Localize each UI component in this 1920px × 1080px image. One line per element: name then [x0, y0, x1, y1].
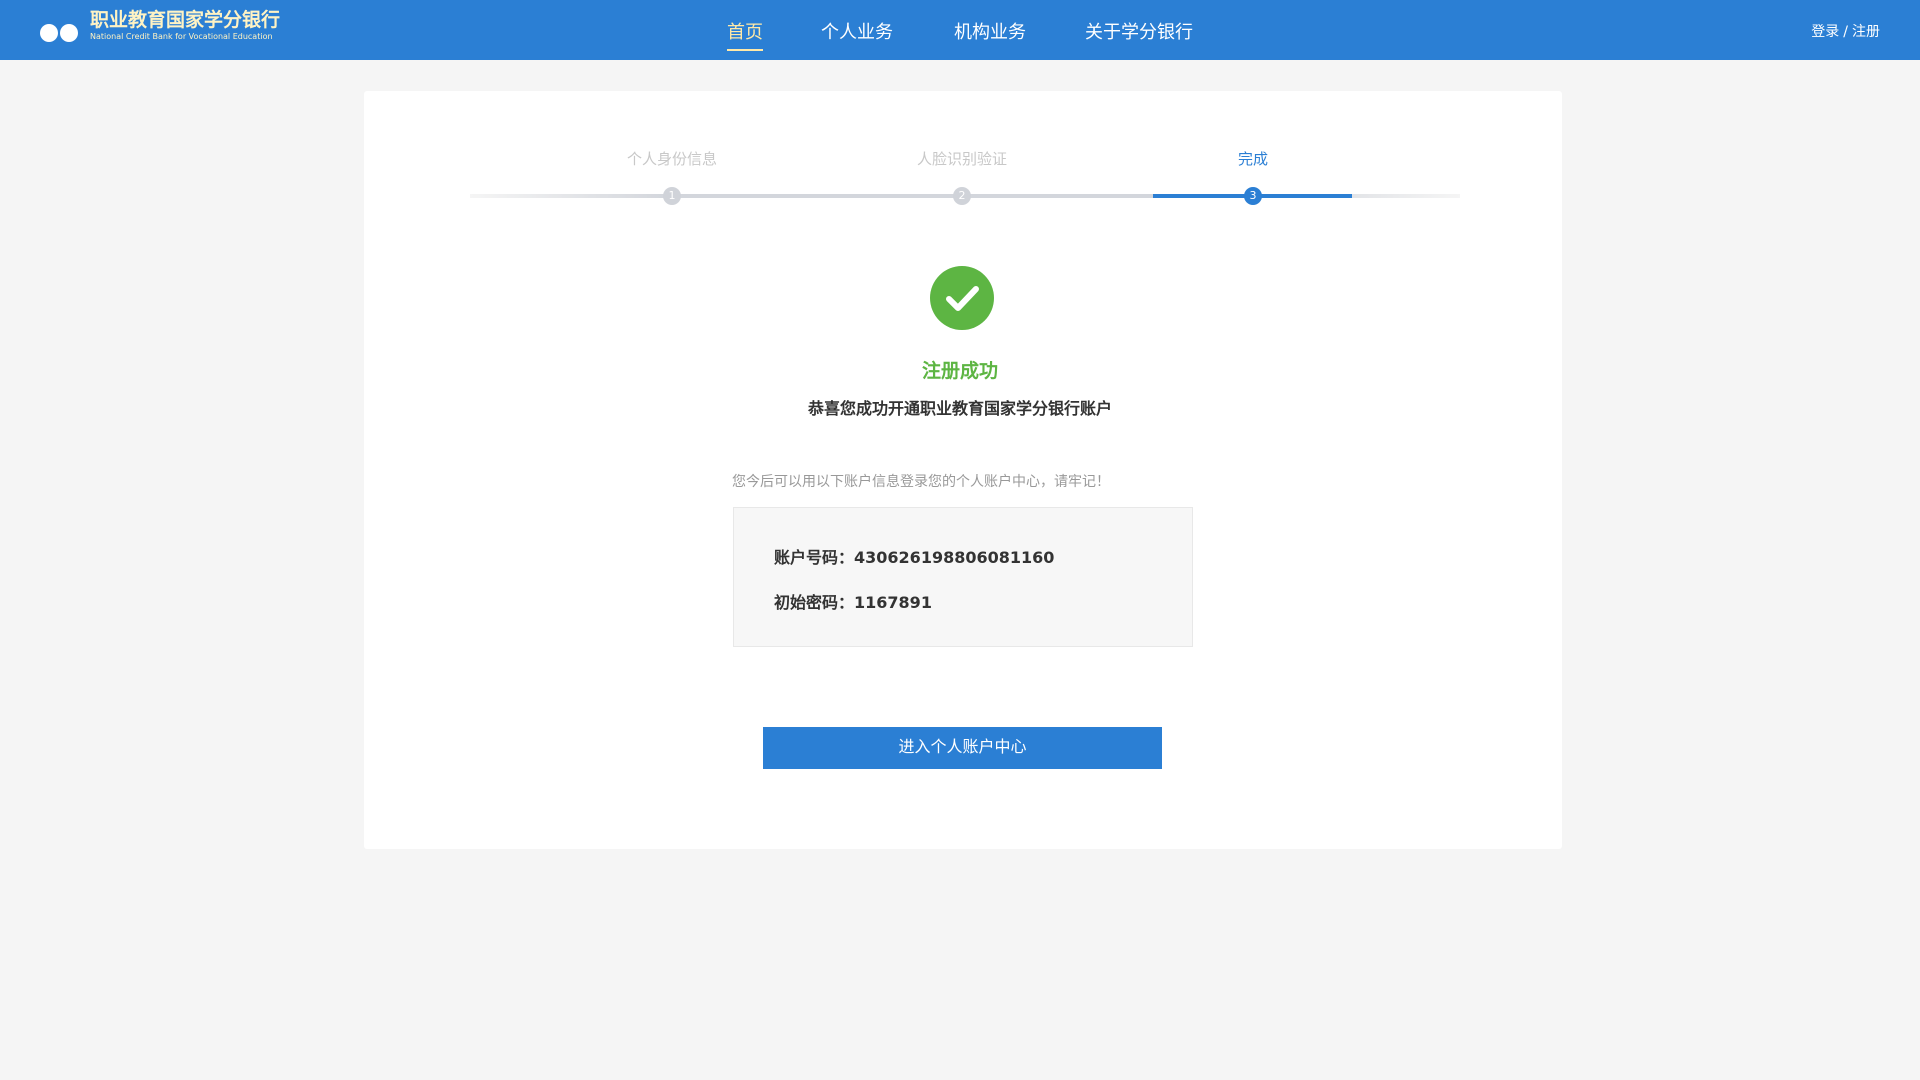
auth-links: 登录 / 注册 [1811, 21, 1880, 41]
success-title: 注册成功 [921, 360, 998, 382]
top-header: 职业教育国家学分银行 National Credit Bank for Voca… [0, 0, 1920, 60]
step-dot-1: 1 [663, 187, 681, 205]
separator: / [1843, 24, 1848, 40]
nav-about[interactable]: 关于学分银行 [1085, 18, 1193, 44]
nav-personal[interactable]: 个人业务 [821, 18, 893, 44]
password-label: 初始密码： [774, 593, 855, 612]
logo-icon [38, 8, 82, 44]
account-info-box: 账户号码：430626198806081160 初始密码：1167891 [733, 507, 1193, 647]
success-check-icon [930, 266, 994, 330]
logo[interactable]: 职业教育国家学分银行 National Credit Bank for Voca… [38, 8, 280, 44]
account-label: 账户号码： [774, 548, 855, 567]
remember-note: 您今后可以用以下账户信息登录您的个人账户中心，请牢记！ [732, 474, 1110, 490]
step-label-2: 人脸识别验证 [916, 150, 1008, 168]
step-dot-2: 2 [953, 187, 971, 205]
logo-title: 职业教育国家学分银行 [90, 9, 281, 31]
nav-institution[interactable]: 机构业务 [954, 18, 1026, 44]
login-link[interactable]: 登录 [1811, 24, 1839, 40]
register-link[interactable]: 注册 [1852, 24, 1880, 40]
password-row: 初始密码：1167891 [774, 589, 932, 613]
account-number: 430626198806081160 [854, 548, 1055, 567]
account-number-row: 账户号码：430626198806081160 [774, 544, 1054, 568]
success-subtitle: 恭喜您成功开通职业教育国家学分银行账户 [807, 399, 1112, 418]
step-label-1: 个人身份信息 [626, 150, 718, 168]
logo-subtitle: National Credit Bank for Vocational Educ… [90, 32, 273, 41]
initial-password: 1167891 [854, 593, 932, 612]
nav-home[interactable]: 首页 [727, 18, 763, 51]
step-dot-3: 3 [1244, 187, 1262, 205]
enter-account-center-button[interactable]: 进入个人账户中心 [763, 727, 1162, 769]
step-label-3: 完成 [1237, 150, 1269, 168]
